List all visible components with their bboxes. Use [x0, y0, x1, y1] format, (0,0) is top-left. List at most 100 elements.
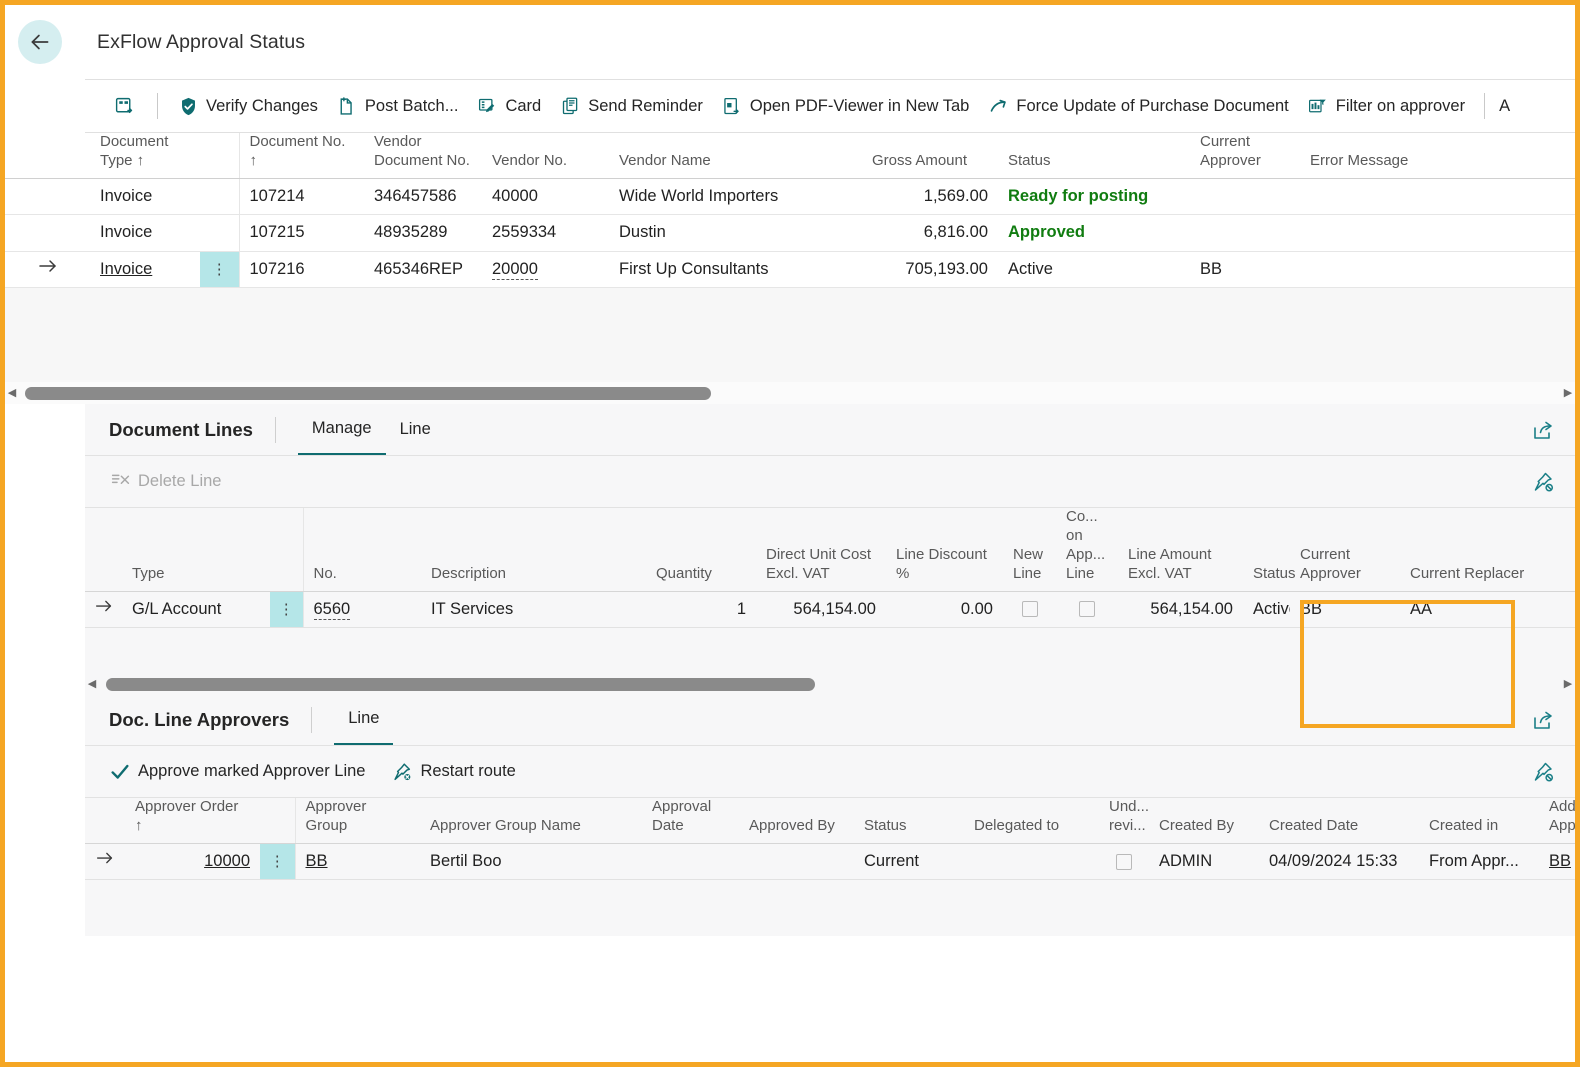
column-header-approver-order[interactable]: Approver Order ↑ [125, 798, 260, 844]
cell-approver-group-name[interactable]: Bertil Boo [420, 843, 642, 881]
column-header-vendor-no[interactable]: Vendor No. [482, 133, 609, 179]
gl-account-lookup[interactable]: 6560 [313, 599, 351, 620]
cell-vendor-name[interactable]: Dustin [609, 214, 862, 252]
open-in-new-window-button[interactable] [101, 80, 147, 132]
column-header-document-no[interactable]: Document No. ↑ [238, 133, 364, 179]
cell-gross-amount[interactable]: 705,193.00 [862, 251, 998, 289]
cell-document-type[interactable]: Invoice [90, 251, 200, 289]
back-button[interactable] [18, 20, 62, 64]
status-badge[interactable]: Ready for posting [998, 178, 1190, 216]
cell-error-message[interactable] [1300, 214, 1575, 252]
filter-on-approver-button[interactable]: Filter on approver [1298, 80, 1474, 132]
cell-current-approver[interactable] [1190, 178, 1300, 216]
tab-line[interactable]: Line [386, 404, 445, 455]
cell-line-discount-pct[interactable]: 0.00 [886, 591, 1003, 629]
tab-manage[interactable]: Manage [297, 404, 386, 456]
document-type-link[interactable]: Invoice [100, 260, 152, 278]
cell-vendor-name[interactable]: Wide World Importers [609, 178, 862, 216]
cell-document-no[interactable]: 107215 [238, 214, 364, 252]
cell-no[interactable]: 6560 [302, 591, 421, 629]
cell-created-date[interactable]: 04/09/2024 15:33 [1259, 843, 1419, 881]
column-header-current-approver[interactable]: Current Approver [1290, 508, 1400, 592]
cell-document-type[interactable]: Invoice [90, 178, 200, 216]
column-header-vendor-document-no[interactable]: Vendor Document No. [364, 133, 482, 179]
table-row[interactable]: Invoice 107215 48935289 2559334 Dustin 6… [5, 214, 1575, 252]
cell-status[interactable]: Active [1243, 591, 1290, 629]
column-header-quantity[interactable]: Quantity [646, 508, 756, 592]
column-header-status[interactable]: Status [1243, 508, 1296, 592]
column-header-line-amount[interactable]: Line Amount Excl. VAT [1118, 508, 1243, 592]
scrollbar-thumb[interactable] [25, 386, 712, 400]
cell-vendor-no[interactable]: 2559334 [482, 214, 609, 252]
unpin-icon[interactable] [1529, 468, 1557, 496]
column-header-under-review[interactable]: Und... revi... [1099, 798, 1149, 844]
column-header-vendor-name[interactable]: Vendor Name [609, 133, 862, 179]
cell-delegated-to[interactable] [964, 843, 1099, 881]
post-batch-button[interactable]: Post Batch... [327, 80, 468, 132]
comment-on-approval-line-checkbox[interactable] [1079, 601, 1095, 618]
cell-type[interactable]: G/L Account [122, 591, 270, 629]
card-button[interactable]: Card [467, 80, 550, 132]
column-header-approval-date[interactable]: Approval Date [642, 798, 739, 844]
cell-added-approver[interactable]: BB [1539, 843, 1575, 881]
cell-direct-unit-cost[interactable]: 564,154.00 [756, 591, 886, 629]
tab-line[interactable]: Line [334, 694, 394, 746]
row-menu-button[interactable] [200, 178, 239, 216]
cell-error-message[interactable] [1300, 251, 1575, 289]
cell-approver-order[interactable]: 10000 [125, 843, 260, 881]
table-row-selected[interactable]: G/L Account ⋮ 6560 IT Services 1 564,154… [85, 591, 1575, 629]
cell-new-line[interactable] [1003, 591, 1056, 629]
cell-approved-by[interactable] [739, 843, 854, 881]
cell-current-approver[interactable]: BB [1190, 251, 1300, 289]
table-row[interactable]: Invoice 107214 346457586 40000 Wide Worl… [5, 178, 1575, 216]
restart-route-button[interactable]: Restart route [391, 761, 516, 783]
column-header-current-replacer[interactable]: Current Replacer [1400, 508, 1575, 592]
document-lines-hscrollbar[interactable]: ◀ ▶ [85, 675, 1575, 695]
added-approver-link[interactable]: BB [1549, 852, 1571, 870]
new-line-checkbox[interactable] [1021, 601, 1038, 618]
cell-created-by[interactable]: ADMIN [1149, 843, 1259, 881]
status-badge[interactable]: Active [998, 251, 1190, 289]
cell-current-replacer[interactable]: AA [1400, 591, 1575, 629]
approve-marked-approver-line-button[interactable]: Approve marked Approver Line [109, 761, 365, 783]
cell-description[interactable]: IT Services [421, 591, 646, 629]
cell-gross-amount[interactable]: 6,816.00 [862, 214, 998, 252]
row-menu-button[interactable]: ⋮ [200, 251, 239, 289]
column-header-approver-group-name[interactable]: Approver Group Name [420, 798, 642, 844]
column-header-error-message[interactable]: Error Message [1300, 133, 1575, 179]
column-header-direct-unit-cost[interactable]: Direct Unit Cost Excl. VAT [756, 508, 886, 592]
column-header-created-by[interactable]: Created By [1149, 798, 1259, 844]
vendor-no-lookup[interactable]: 20000 [492, 259, 538, 280]
force-update-purchase-document-button[interactable]: Force Update of Purchase Document [978, 80, 1297, 132]
column-header-approved-by[interactable]: Approved By [739, 798, 854, 844]
row-menu-button[interactable]: ⋮ [270, 591, 303, 629]
column-header-document-type[interactable]: Document Type ↑ [90, 133, 200, 179]
row-menu-button[interactable] [200, 214, 239, 252]
status-badge[interactable]: Approved [998, 214, 1190, 252]
open-pdf-viewer-button[interactable]: Open PDF-Viewer in New Tab [712, 80, 979, 132]
approver-group-link[interactable]: BB [306, 852, 328, 870]
cell-under-review[interactable] [1099, 843, 1149, 881]
table-row-selected[interactable]: Invoice ⋮ 107216 465346REP 20000 First U… [5, 251, 1575, 289]
column-header-created-in[interactable]: Created in [1419, 798, 1539, 844]
cell-document-no[interactable]: 107214 [238, 178, 364, 216]
scrollbar-thumb[interactable] [106, 678, 816, 692]
column-header-status[interactable]: Status [854, 798, 964, 844]
cell-approver-group[interactable]: BB [294, 843, 420, 881]
column-header-gross-amount[interactable]: Gross Amount [862, 133, 998, 179]
cell-vendor-no[interactable]: 40000 [482, 178, 609, 216]
cell-quantity[interactable]: 1 [646, 591, 756, 629]
delete-line-button[interactable]: Delete Line [109, 471, 221, 493]
cell-error-message[interactable] [1300, 178, 1575, 216]
column-header-status[interactable]: Status [998, 133, 1190, 179]
verify-changes-button[interactable]: Verify Changes [168, 80, 327, 132]
column-header-delegated-to[interactable]: Delegated to [964, 798, 1099, 844]
share-export-icon[interactable] [1529, 706, 1557, 734]
column-header-added-approver[interactable]: Added Appro [1539, 798, 1575, 844]
scroll-right-icon[interactable]: ▶ [1561, 387, 1575, 399]
column-header-created-date[interactable]: Created Date [1259, 798, 1419, 844]
scroll-right-icon[interactable]: ▶ [1561, 679, 1575, 690]
under-review-checkbox[interactable] [1116, 853, 1132, 870]
scrollbar-track[interactable] [99, 678, 1561, 692]
documents-grid-hscrollbar[interactable]: ◀ ▶ [5, 382, 1575, 405]
